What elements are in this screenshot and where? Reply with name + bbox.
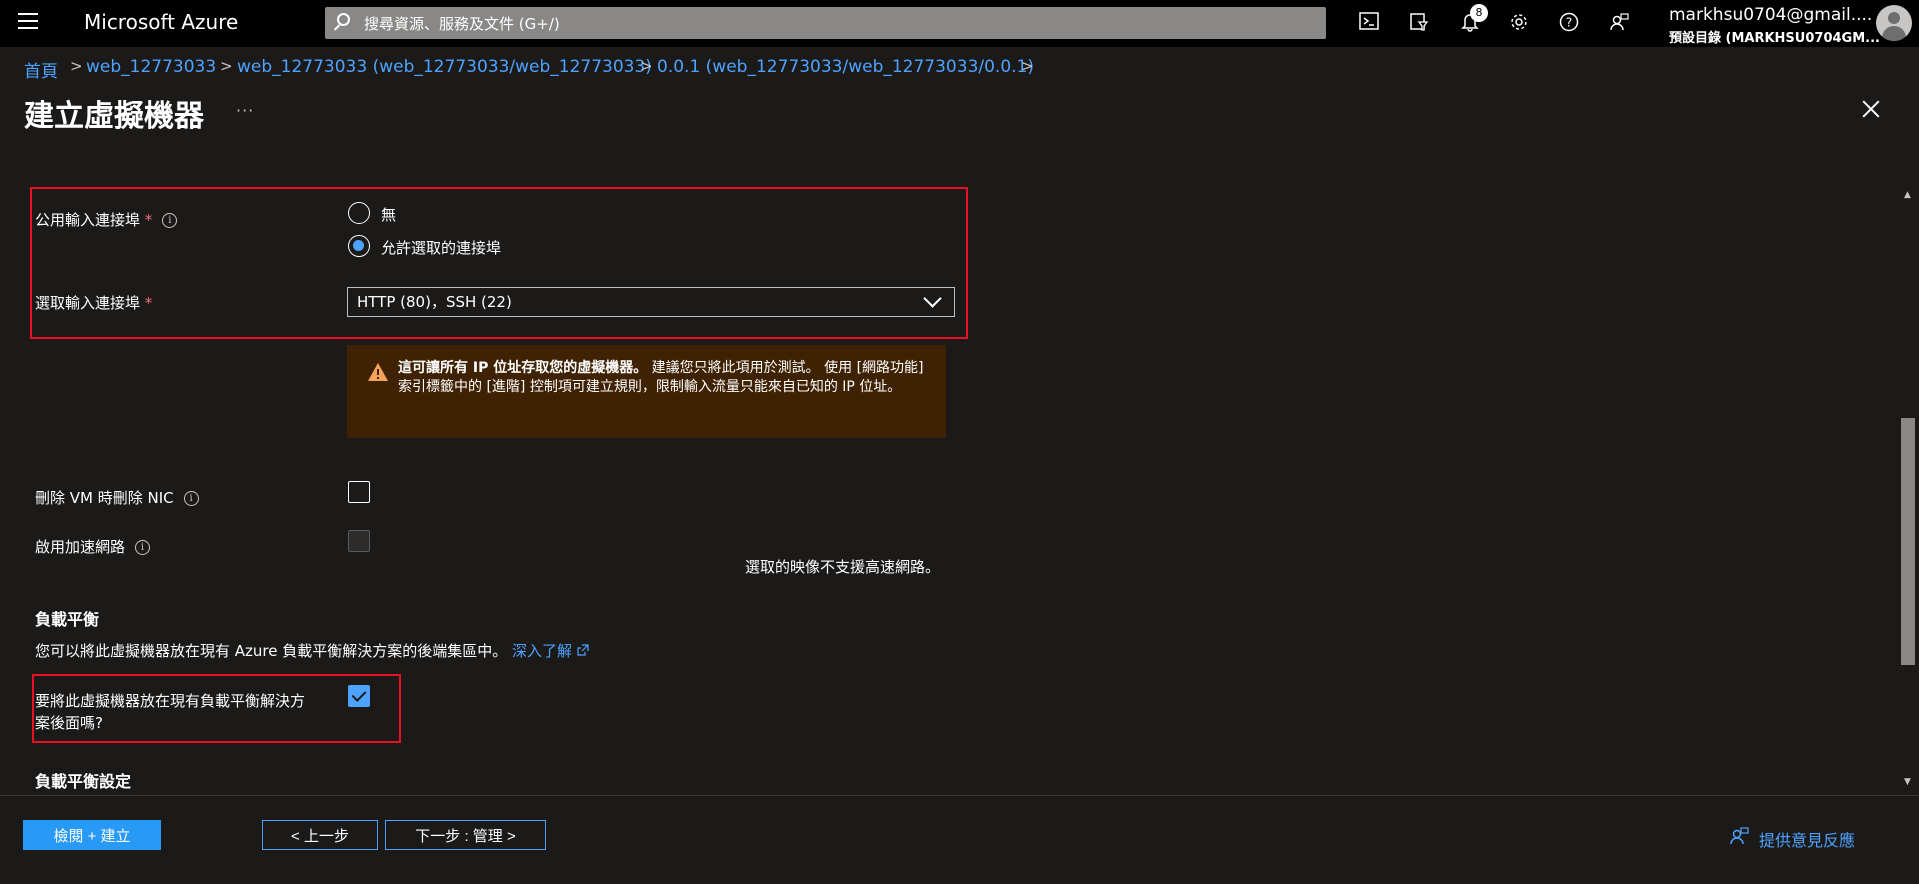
learn-more-link[interactable]: 深入了解 [512, 642, 589, 660]
user-directory[interactable]: 預設目錄 (MARKHSU0704GM... [1669, 27, 1880, 46]
radio-allow-label: 允許選取的連接埠 [381, 239, 502, 257]
lb-description: 您可以將此虛擬機器放在現有 Azure 負載平衡解決方案的後端集區中。 深入了解 [35, 640, 589, 661]
menu-icon[interactable] [18, 13, 38, 29]
page-title: 建立虛擬機器 [24, 99, 204, 134]
search-placeholder: 搜尋資源、服務及文件 (G+/) [364, 15, 560, 33]
settings-gear-icon[interactable] [1507, 12, 1531, 36]
breadcrumb-separator: > [1021, 57, 1034, 75]
warning-icon [367, 362, 389, 387]
scrollbar-thumb[interactable] [1901, 418, 1915, 665]
lb-heading: 負載平衡 [35, 610, 100, 629]
accel-net-note: 選取的映像不支援高速網路。 [745, 558, 941, 576]
select-ports-label: 選取輸入連接埠 * [35, 294, 153, 312]
radio-none[interactable] [348, 202, 370, 224]
cloud-shell-icon[interactable] [1357, 12, 1381, 36]
feedback-person-icon[interactable] [1607, 12, 1631, 36]
user-account-name[interactable]: markhsu0704@gmail.... [1669, 5, 1872, 25]
radio-allow-selected-ports[interactable] [348, 235, 370, 257]
scroll-up-icon[interactable]: ▲ [1904, 190, 1911, 200]
accel-net-label: 啟用加速網路 i [35, 536, 151, 557]
lb-checkbox[interactable] [348, 685, 370, 707]
info-icon: i [135, 540, 151, 555]
next-button[interactable]: 下一步 : 管理 > [385, 820, 546, 850]
breadcrumb-separator: > [640, 57, 653, 75]
notification-badge: 8 [1470, 4, 1488, 22]
review-create-button[interactable]: 檢閱 + 建立 [23, 820, 161, 850]
directory-filter-icon[interactable] [1407, 12, 1431, 36]
info-icon: i [183, 491, 199, 506]
lb-question-label: 要將此虛擬機器放在現有負載平衡解決方 案後面嗎? [35, 692, 306, 732]
close-icon[interactable] [1860, 98, 1882, 120]
breadcrumb-resource-group[interactable]: web_12773033 [86, 57, 216, 77]
delete-nic-checkbox[interactable] [348, 481, 370, 503]
help-icon[interactable]: ? [1557, 12, 1581, 36]
svg-text:?: ? [1566, 16, 1572, 30]
lb-settings-heading: 負載平衡設定 [35, 772, 132, 791]
search-icon [337, 13, 350, 26]
breadcrumb-separator: > [70, 57, 83, 75]
radio-none-label: 無 [381, 206, 397, 224]
breadcrumb-home[interactable]: 首頁 [24, 57, 58, 82]
scroll-down-icon[interactable]: ▼ [1904, 777, 1911, 787]
brand-logo[interactable]: Microsoft Azure [84, 10, 238, 34]
avatar[interactable] [1876, 5, 1912, 41]
info-icon: i [162, 213, 178, 228]
prev-button[interactable]: < 上一步 [262, 820, 378, 850]
inbound-ports-value: HTTP (80)，SSH (22) [357, 293, 512, 311]
delete-nic-label: 刪除 VM 時刪除 NIC i [35, 487, 199, 508]
breadcrumb-separator: > [220, 57, 233, 75]
feedback-link[interactable]: 提供意見反應 [1759, 827, 1855, 851]
public-ports-label: 公用輸入連接埠 * i [35, 209, 178, 230]
accel-net-checkbox [348, 530, 370, 552]
external-link-icon [577, 644, 589, 656]
warning-text: 這可讓所有 IP 位址存取您的虛擬機器。 建議您只將此項用於測試。 使用 [網路… [398, 360, 924, 395]
breadcrumb-gallery[interactable]: web_12773033 (web_12773033/web_12773033) [237, 57, 652, 77]
feedback-icon[interactable] [1729, 826, 1749, 846]
more-options-icon[interactable]: ··· [236, 101, 254, 120]
breadcrumb-version[interactable]: 0.0.1 (web_12773033/web_12773033/0.0.1) [657, 57, 1034, 77]
